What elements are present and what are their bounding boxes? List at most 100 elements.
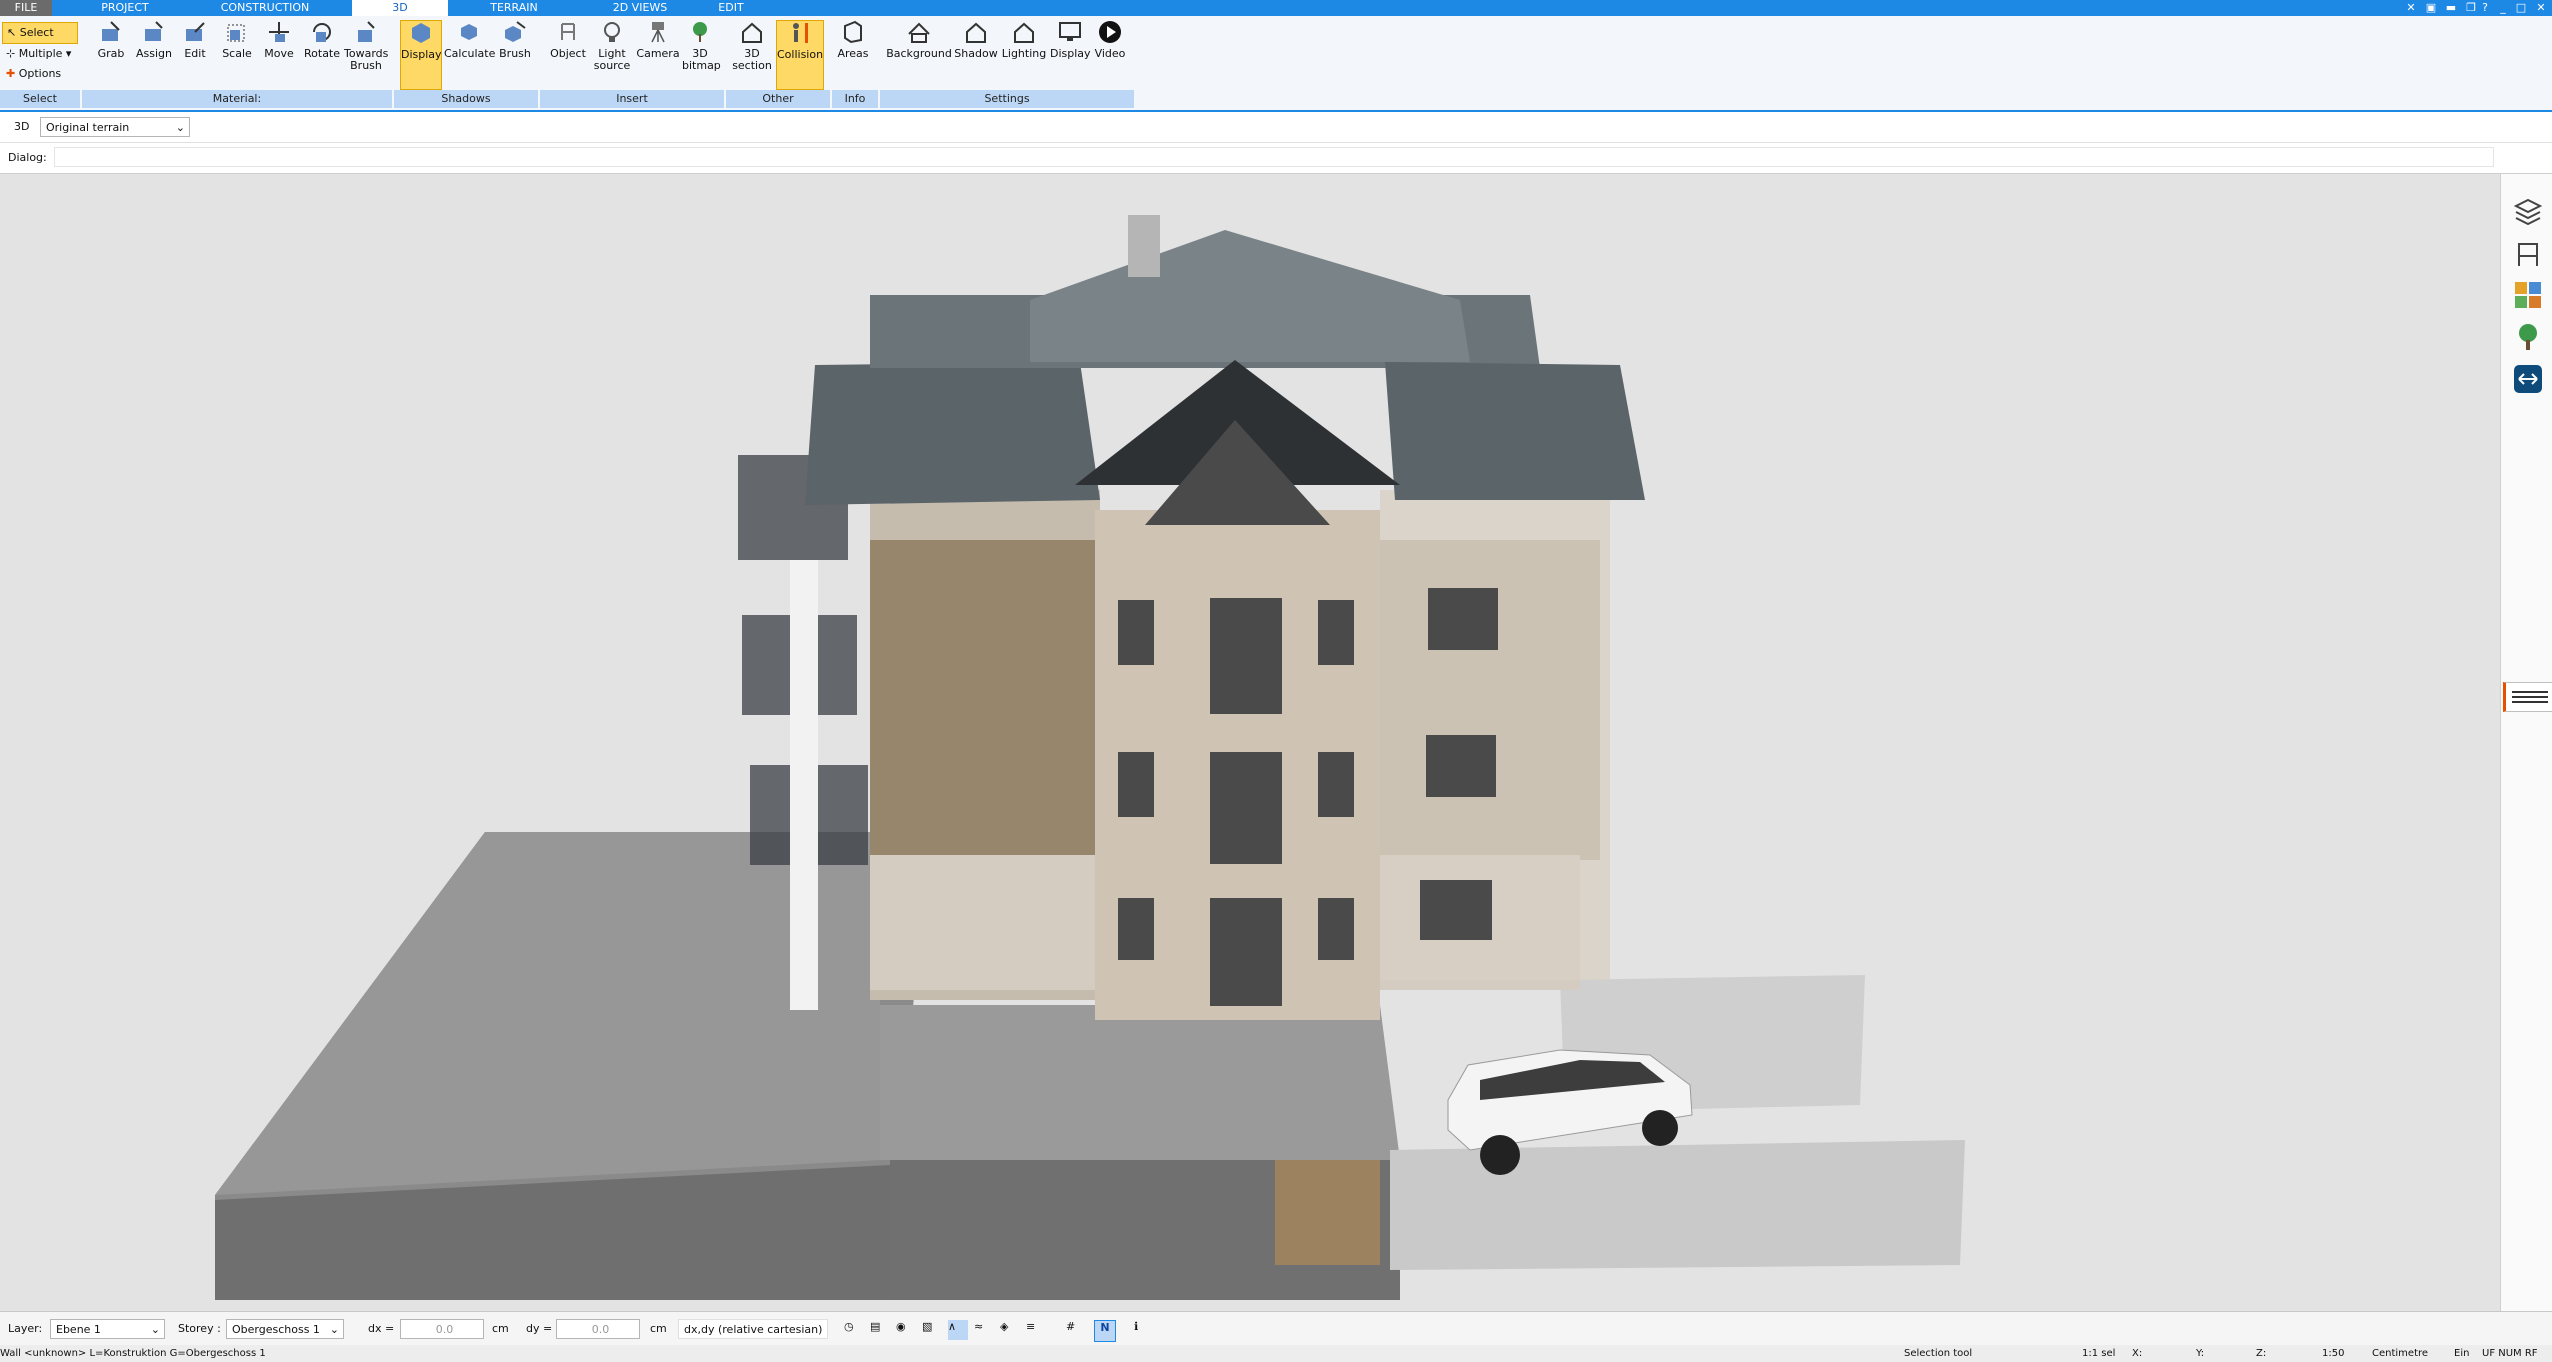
collision-label: Collision (777, 48, 824, 61)
grid-icon[interactable]: # (1066, 1320, 1086, 1340)
tab-project[interactable]: PROJECT (90, 0, 160, 16)
window-icon[interactable]: ▣ (2424, 1, 2438, 15)
layer-stack-icon[interactable]: ◈ (1000, 1320, 1020, 1340)
dy-input[interactable]: 0.0 (556, 1319, 640, 1339)
3d-viewport[interactable] (0, 174, 2500, 1311)
print-icon[interactable]: ▧ (922, 1320, 942, 1340)
camera-label: Camera (636, 47, 680, 60)
camera-snap-icon[interactable]: ◉ (896, 1320, 916, 1340)
north-icon[interactable]: N (1094, 1320, 1116, 1342)
help-icon[interactable]: ? (2478, 1, 2492, 15)
light-source-button[interactable]: Light source (592, 20, 632, 72)
selection-count: 1:1 sel (2082, 1348, 2116, 1359)
group-label-select: Select (0, 90, 80, 108)
chair-icon (561, 23, 575, 40)
terrain-select[interactable]: Original terrain ⌄ (40, 117, 190, 137)
background-label: Background (886, 47, 952, 60)
status-toolbar: Layer: Ebene 1 ⌄ Storey : Obergeschoss 1 ⌄… (0, 1311, 2552, 1346)
door-window (1210, 598, 1282, 714)
collision-button[interactable]: Collision (776, 20, 824, 90)
move-button[interactable]: Move (264, 20, 294, 60)
calculate-shadows-button[interactable]: Calculate (444, 20, 495, 60)
window (1318, 752, 1354, 817)
dx-input[interactable]: 0.0 (400, 1319, 484, 1339)
lighting-button[interactable]: Lighting (1000, 20, 1048, 60)
layer-select[interactable]: Ebene 1 ⌄ (50, 1319, 165, 1339)
scale-button[interactable]: Scale (220, 20, 254, 60)
3d-section-button[interactable]: 3D section (732, 20, 772, 72)
camera-button[interactable]: Camera (636, 20, 680, 60)
dialog-input[interactable] (54, 147, 2494, 167)
hamburger-lines (2512, 691, 2548, 693)
assign-button[interactable]: Assign (134, 20, 174, 60)
dy-value: 0.0 (591, 1323, 610, 1336)
brush-cube-icon (505, 21, 526, 42)
areas-button[interactable]: Areas (836, 20, 870, 60)
shadow-display-button[interactable]: Display (400, 20, 442, 90)
view-mode-label: 3D (14, 120, 30, 133)
tab-terrain[interactable]: TERRAIN (474, 0, 554, 16)
tab-construction[interactable]: CONSTRUCTION (210, 0, 320, 16)
panel-handle-icon[interactable] (2503, 682, 2552, 712)
calculate-icon (461, 24, 477, 40)
plant-tree-icon[interactable] (2513, 322, 2543, 352)
scale-label: Scale (222, 47, 252, 60)
multi-select-icon: ⊹ (6, 47, 19, 60)
video-button[interactable]: Video (1092, 20, 1128, 60)
materials-palette-icon[interactable] (2513, 280, 2543, 310)
options-button[interactable]: ✚ Options (2, 64, 78, 84)
window (1318, 600, 1354, 665)
garage-opening (1275, 1160, 1380, 1265)
tab-2d-views[interactable]: 2D VIEWS (600, 0, 680, 16)
coord-mode-select[interactable]: dx,dy (relative cartesian) (678, 1319, 828, 1339)
background-button[interactable]: Background (886, 20, 952, 60)
monitor-grid-icon[interactable]: ▤ (870, 1320, 890, 1340)
group-label-insert: Insert (540, 90, 724, 108)
towards-brush-button[interactable]: Towards Brush (344, 20, 388, 72)
tab-file[interactable]: FILE (0, 0, 52, 16)
view-toolbar: 3D Original terrain ⌄ (0, 112, 2552, 143)
storey-select[interactable]: Obergeschoss 1 ⌄ (226, 1319, 344, 1339)
chevron-down-icon: ⌄ (150, 1323, 160, 1336)
3d-bitmap-button[interactable]: 3D bitmap (682, 20, 721, 72)
group-label-material: Material: (82, 90, 392, 108)
insert-object-button[interactable]: Object (548, 20, 588, 60)
select-group: ↖ Select ⊹ Multiple ▾ ✚ Options (2, 22, 78, 84)
edit-material-button[interactable]: Edit (180, 20, 210, 60)
assign-icon (145, 21, 163, 41)
3d-bitmap-label: 3D bitmap (682, 47, 721, 72)
minimize-doc-icon[interactable]: ▬ (2444, 1, 2458, 15)
roof-center (1030, 230, 1470, 362)
tab-3d[interactable]: 3D (352, 0, 448, 16)
layers-icon[interactable] (2513, 196, 2543, 226)
restore-doc-icon[interactable]: ❐ (2464, 1, 2478, 15)
info-icon[interactable]: ℹ (1134, 1320, 1154, 1340)
grab-button[interactable]: Grab (94, 20, 128, 60)
shadow-settings-button[interactable]: Shadow (954, 20, 998, 60)
rotate-button[interactable]: Rotate (304, 20, 340, 60)
collision-person-icon (793, 23, 808, 43)
minimize-window-icon[interactable]: _ (2496, 1, 2510, 15)
maximize-window-icon[interactable]: □ (2514, 1, 2528, 15)
snap-line-icon[interactable]: ∧ (948, 1320, 968, 1340)
clock-icon[interactable]: ◷ (844, 1320, 864, 1340)
layers-flat-icon[interactable]: ≡ (1026, 1320, 1046, 1340)
select-button[interactable]: ↖ Select (2, 22, 78, 44)
display-settings-button[interactable]: Display (1050, 20, 1091, 60)
3d-section-label: 3D section (732, 47, 772, 72)
close-window-icon[interactable]: ✕ (2534, 1, 2548, 15)
furniture-icon[interactable] (2513, 238, 2543, 268)
tools-icon[interactable]: ✕ (2404, 1, 2418, 15)
dy-label: dy = (526, 1322, 553, 1335)
balcony-column (790, 560, 818, 1010)
wave-icon[interactable]: ≈ (974, 1320, 994, 1340)
move-label: Move (264, 47, 294, 60)
selection-info: Wall <unknown> L=Konstruktion G=Obergesc… (0, 1348, 266, 1359)
multiple-button[interactable]: ⊹ Multiple ▾ (2, 44, 78, 64)
teamviewer-icon[interactable] (2513, 364, 2543, 394)
tab-edit[interactable]: EDIT (708, 0, 754, 16)
shadow-brush-button[interactable]: Brush (498, 20, 532, 60)
lightbulb-icon (604, 22, 620, 42)
play-icon (1099, 21, 1121, 43)
cursor-icon: ↖ (7, 26, 20, 39)
